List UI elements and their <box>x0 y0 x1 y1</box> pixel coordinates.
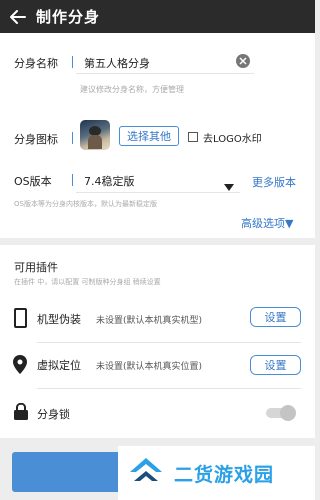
device-spoof-set-button[interactable]: 设置 <box>250 307 301 327</box>
device-spoof-status: 未设置(默认本机真实机型) <box>96 316 203 326</box>
row-divider <box>37 342 301 343</box>
watermark-text: 二货游戏园 <box>174 463 275 486</box>
clone-icon-label: 分身图标 <box>14 133 58 146</box>
remove-logo-label: 去LOGO水印 <box>203 134 262 145</box>
divider <box>72 132 73 144</box>
more-versions-link[interactable]: 更多版本 <box>252 174 296 190</box>
name-underline <box>76 73 254 74</box>
clone-lock-label: 分身锁 <box>37 408 70 421</box>
lock-icon <box>14 402 28 424</box>
choose-icon-button[interactable]: 选择其他 <box>119 126 179 146</box>
os-version-hint: OS版本等为分身内核版本，默认为最新稳定版 <box>14 200 157 208</box>
advanced-options-toggle[interactable]: 高级选项▼ <box>241 215 293 231</box>
top-bar: 制作分身 <box>0 0 315 33</box>
clone-lock-toggle[interactable] <box>266 405 296 421</box>
clone-name-label: 分身名称 <box>14 57 58 70</box>
clear-icon[interactable] <box>236 54 250 68</box>
clone-name-input[interactable]: 第五人格分身 <box>84 55 150 71</box>
os-underline <box>76 192 240 193</box>
remove-logo-checkbox[interactable] <box>188 132 198 142</box>
virtual-location-status: 未设置(默认本机真实位置) <box>96 362 203 372</box>
divider <box>72 56 73 68</box>
clone-settings-card: 分身名称 第五人格分身 建议修改分身名称，方便管理 分身图标 选择其他 去LOG… <box>0 33 315 238</box>
virtual-location-set-button[interactable]: 设置 <box>250 355 301 375</box>
watermark-logo-icon <box>124 454 168 492</box>
plugins-title: 可用插件 <box>14 261 58 274</box>
virtual-location-label: 虚拟定位 <box>37 359 81 372</box>
device-spoof-label: 机型伪装 <box>37 313 81 326</box>
phone-icon <box>14 308 27 328</box>
os-version-select[interactable]: 7.4稳定版 <box>84 173 135 189</box>
clone-name-hint: 建议修改分身名称，方便管理 <box>80 85 184 94</box>
plugins-card: 可用插件 在插件 中，请以配置 可制版种分身组 稍续设置 机型伪装 未设置(默认… <box>0 245 315 438</box>
row-divider <box>37 388 301 389</box>
plugins-hint: 在插件 中，请以配置 可制版种分身组 稍续设置 <box>14 278 161 286</box>
site-watermark: 二货游戏园 <box>118 446 315 500</box>
page-title: 制作分身 <box>36 8 101 26</box>
divider <box>72 174 73 186</box>
os-version-label: OS版本 <box>14 175 52 188</box>
clone-app-icon[interactable] <box>80 120 110 150</box>
back-arrow-icon[interactable] <box>0 0 36 33</box>
location-pin-icon <box>13 355 27 378</box>
